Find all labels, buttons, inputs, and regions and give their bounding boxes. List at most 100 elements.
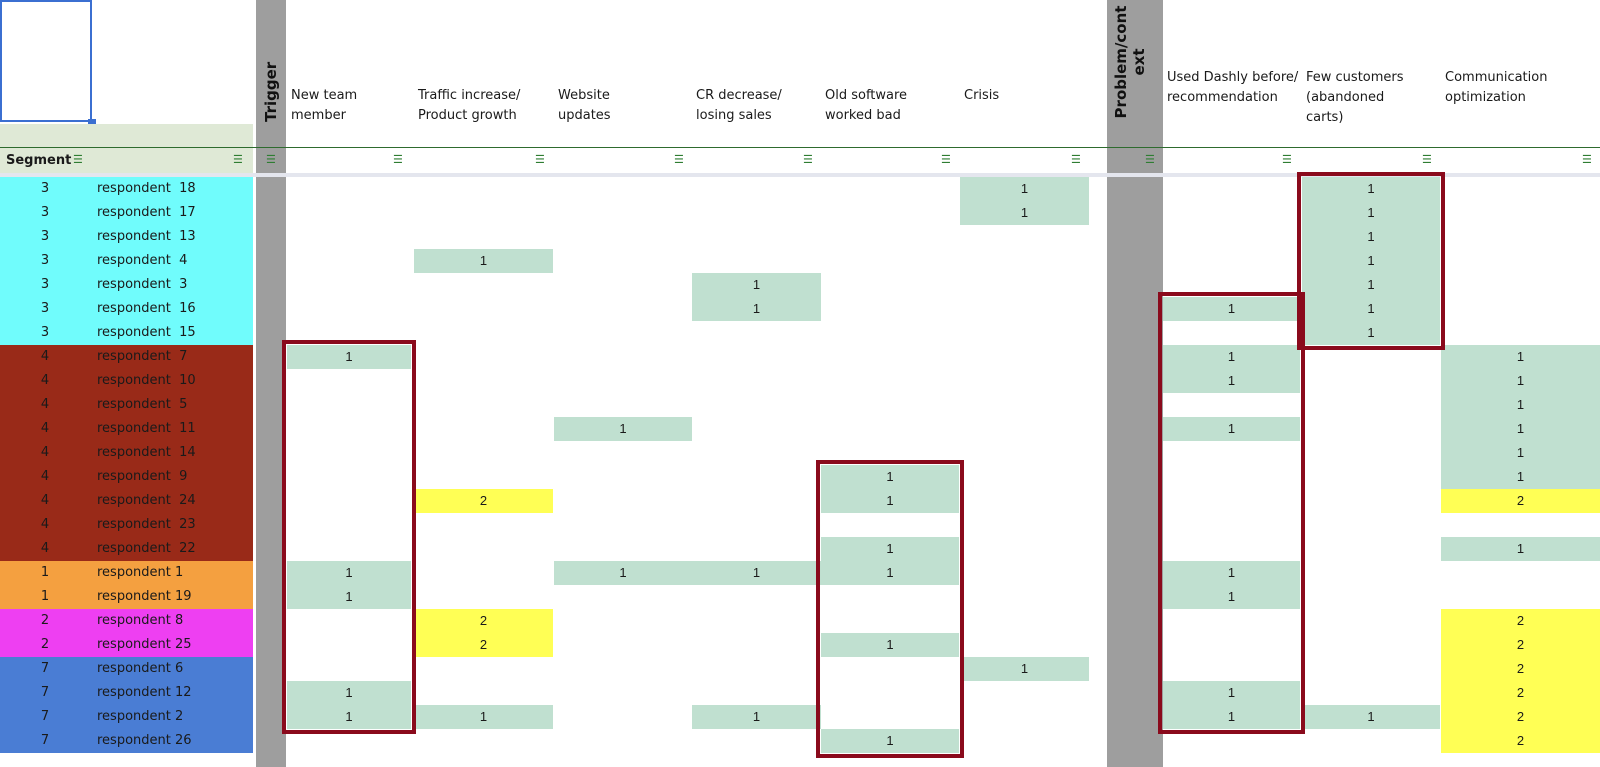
column-header-website-updates[interactable]: Website updates — [558, 86, 611, 126]
cell-communication[interactable]: 1 — [1441, 537, 1600, 561]
cell-communication[interactable]: 2 — [1441, 681, 1600, 705]
column-header-cr-decrease[interactable]: CR decrease/losing sales — [696, 86, 782, 126]
cell-crisis[interactable]: 1 — [960, 657, 1089, 681]
segment-value[interactable]: 3 — [0, 277, 90, 292]
filter-icon[interactable]: ☰ — [535, 155, 545, 166]
segment-value[interactable]: 4 — [0, 541, 90, 556]
respondent-name[interactable]: respondent 24 — [97, 493, 196, 508]
respondent-name[interactable]: respondent 19 — [97, 589, 192, 604]
respondent-name[interactable]: respondent 3 — [97, 277, 187, 292]
cell-communication[interactable]: 1 — [1441, 465, 1600, 489]
cell-communication[interactable]: 1 — [1441, 393, 1600, 417]
segment-value[interactable]: 4 — [0, 397, 90, 412]
respondent-name[interactable]: respondent 13 — [97, 229, 196, 244]
cell-communication[interactable]: 2 — [1441, 657, 1600, 681]
respondent-name[interactable]: respondent 12 — [97, 685, 192, 700]
filter-icon[interactable]: ☰ — [393, 155, 403, 166]
segment-value[interactable]: 4 — [0, 421, 90, 436]
cell-communication[interactable]: 2 — [1441, 729, 1600, 753]
filter-icon[interactable]: ☰ — [1282, 155, 1292, 166]
segment-value[interactable]: 4 — [0, 373, 90, 388]
cell-website-updates[interactable]: 1 — [554, 417, 692, 441]
segment-value[interactable]: 3 — [0, 325, 90, 340]
respondent-name[interactable]: respondent 15 — [97, 325, 196, 340]
filter-icon[interactable]: ☰ — [233, 155, 243, 166]
cell-traffic-increase[interactable]: 1 — [414, 705, 553, 729]
column-header-traffic-increase[interactable]: Traffic increase/Product growth — [418, 86, 520, 126]
cell-cr-decrease[interactable]: 1 — [692, 297, 821, 321]
respondent-name[interactable]: respondent 11 — [97, 421, 196, 436]
respondent-name[interactable]: respondent 9 — [97, 469, 187, 484]
cell-communication[interactable]: 1 — [1441, 345, 1600, 369]
segment-value[interactable]: 4 — [0, 493, 90, 508]
name-box-selection[interactable] — [0, 0, 92, 122]
column-header-old-software[interactable]: Old software worked bad — [825, 86, 907, 126]
cell-traffic-increase[interactable]: 2 — [414, 609, 553, 633]
respondent-name[interactable]: respondent 7 — [97, 349, 187, 364]
filter-icon[interactable]: ☰ — [941, 155, 951, 166]
column-header-communication[interactable]: Communication optimization — [1445, 68, 1547, 108]
respondent-name[interactable]: respondent 2 — [97, 709, 183, 724]
segment-value[interactable]: 1 — [0, 565, 90, 580]
respondent-name[interactable]: respondent 1 — [97, 565, 183, 580]
segment-value[interactable]: 2 — [0, 613, 90, 628]
segment-value[interactable]: 3 — [0, 229, 90, 244]
cell-traffic-increase[interactable]: 2 — [414, 489, 553, 513]
filter-icon[interactable]: ☰ — [803, 155, 813, 166]
filter-icon[interactable]: ☰ — [1071, 155, 1081, 166]
cell-traffic-increase[interactable]: 1 — [414, 249, 553, 273]
cell-communication[interactable]: 1 — [1441, 417, 1600, 441]
cell-few-customers[interactable]: 1 — [1302, 705, 1440, 729]
column-header-used-dashly[interactable]: Used Dashly before/recommendation — [1167, 68, 1298, 108]
cell-cr-decrease[interactable]: 1 — [692, 705, 821, 729]
segment-value[interactable]: 7 — [0, 733, 90, 748]
cell-communication[interactable]: 2 — [1441, 705, 1600, 729]
respondent-name[interactable]: respondent 17 — [97, 205, 196, 220]
respondent-name[interactable]: respondent 16 — [97, 301, 196, 316]
segment-value[interactable]: 4 — [0, 445, 90, 460]
respondent-name[interactable]: respondent 22 — [97, 541, 196, 556]
segment-value[interactable]: 3 — [0, 181, 90, 196]
column-header-new-team-member[interactable]: New team member — [291, 86, 357, 126]
respondent-name[interactable]: respondent 5 — [97, 397, 187, 412]
cell-traffic-increase[interactable]: 2 — [414, 633, 553, 657]
filter-icon[interactable]: ☰ — [1422, 155, 1432, 166]
cell-communication[interactable]: 2 — [1441, 489, 1600, 513]
filter-icon[interactable]: ☰ — [266, 155, 276, 166]
cell-website-updates[interactable]: 1 — [554, 561, 692, 585]
respondent-name[interactable]: respondent 23 — [97, 517, 196, 532]
column-header-crisis[interactable]: Crisis — [964, 86, 999, 106]
respondent-name[interactable]: respondent 10 — [97, 373, 196, 388]
segment-value[interactable]: 7 — [0, 709, 90, 724]
segment-value[interactable]: 1 — [0, 589, 90, 604]
cell-crisis[interactable]: 1 — [960, 201, 1089, 225]
respondent-name[interactable]: respondent 18 — [97, 181, 196, 196]
filter-icon[interactable]: ☰ — [73, 155, 83, 166]
respondent-name[interactable]: respondent 25 — [97, 637, 192, 652]
respondent-name[interactable]: respondent 8 — [97, 613, 183, 628]
cell-cr-decrease[interactable]: 1 — [692, 561, 821, 585]
cell-communication[interactable]: 2 — [1441, 633, 1600, 657]
segment-value[interactable]: 4 — [0, 517, 90, 532]
filter-icon[interactable]: ☰ — [1145, 155, 1155, 166]
segment-value[interactable]: 3 — [0, 253, 90, 268]
respondent-name[interactable]: respondent 6 — [97, 661, 183, 676]
cell-crisis[interactable]: 1 — [960, 177, 1089, 201]
segment-value[interactable]: 4 — [0, 349, 90, 364]
respondent-name[interactable]: respondent 26 — [97, 733, 192, 748]
cell-communication[interactable]: 1 — [1441, 369, 1600, 393]
respondent-name[interactable]: respondent 4 — [97, 253, 187, 268]
filter-icon[interactable]: ☰ — [1582, 155, 1592, 166]
cell-cr-decrease[interactable]: 1 — [692, 273, 821, 297]
segment-value[interactable]: 3 — [0, 205, 90, 220]
segment-value[interactable]: 3 — [0, 301, 90, 316]
respondent-name[interactable]: respondent 14 — [97, 445, 196, 460]
column-header-few-customers[interactable]: Few customers (abandoned carts) — [1306, 68, 1404, 128]
filter-icon[interactable]: ☰ — [674, 155, 684, 166]
segment-value[interactable]: 4 — [0, 469, 90, 484]
segment-value[interactable]: 7 — [0, 661, 90, 676]
segment-value[interactable]: 2 — [0, 637, 90, 652]
segment-value[interactable]: 7 — [0, 685, 90, 700]
cell-communication[interactable]: 2 — [1441, 609, 1600, 633]
cell-communication[interactable]: 1 — [1441, 441, 1600, 465]
